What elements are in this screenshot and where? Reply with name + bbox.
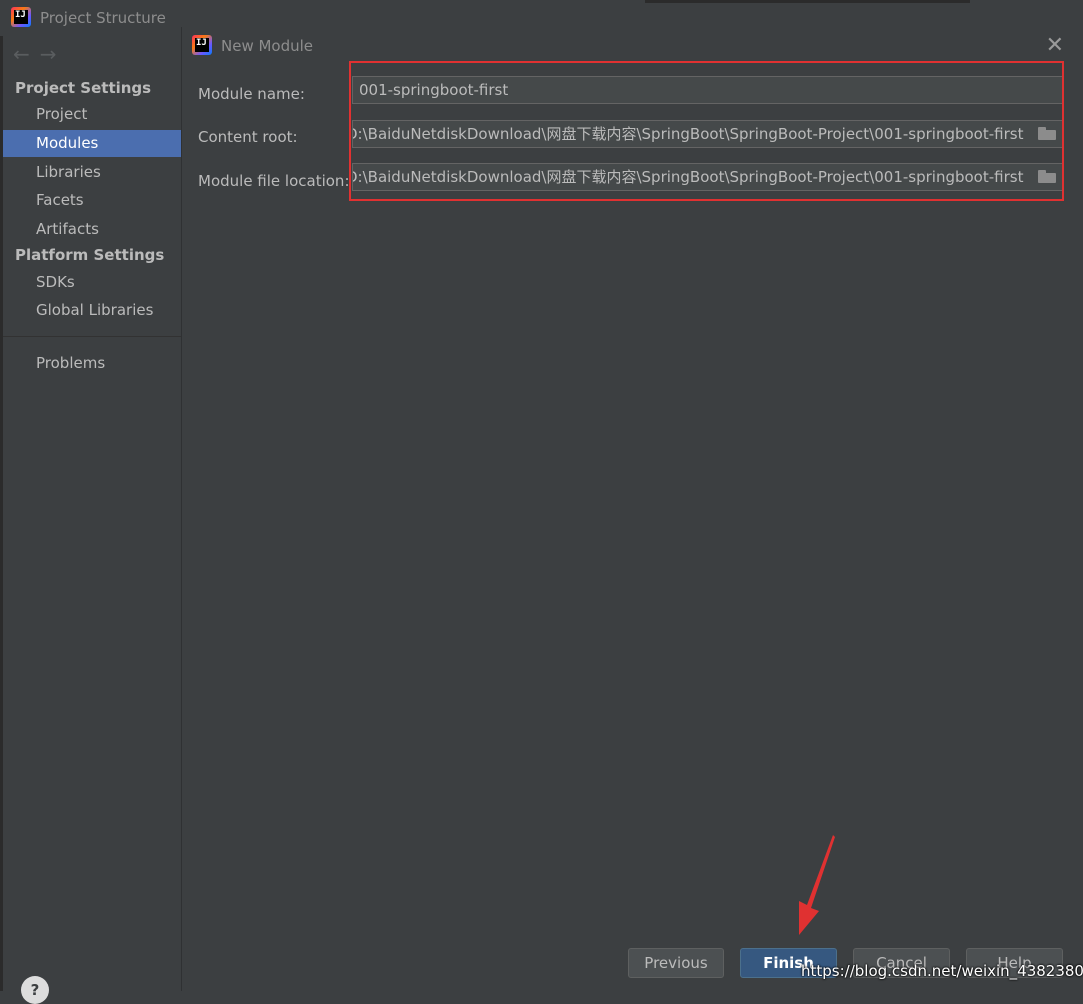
nav-arrows: ←→ [13,42,67,66]
previous-button[interactable]: Previous [628,948,724,978]
new-module-dialog: IJ New Module ✕ Module name: 001-springb… [181,27,1083,991]
red-arrow-annotation [799,835,835,935]
sidebar-item-modules[interactable]: Modules [3,130,181,157]
sidebar-item-project[interactable]: Project [3,101,181,128]
section-project-settings: Project Settings [15,79,152,97]
sidebar-item-global-libraries[interactable]: Global Libraries [3,297,181,324]
sidebar-item-sdks[interactable]: SDKs [3,269,181,296]
section-platform-settings: Platform Settings [15,246,165,264]
background-window-strip [645,0,970,3]
module-file-location-label: Module file location: [198,172,350,190]
dialog-title-bar: IJ New Module ✕ [182,27,1083,63]
help-icon[interactable]: ? [21,976,49,1004]
window-title: Project Structure [40,9,166,27]
close-icon[interactable]: ✕ [1046,33,1064,58]
intellij-idea-icon: IJ [192,35,212,55]
sidebar-item-libraries[interactable]: Libraries [3,159,181,186]
back-arrow-icon[interactable]: ← [13,42,40,66]
red-highlight-box [349,61,1064,201]
project-structure-sidebar: ←→ Project Settings Project Modules Libr… [3,36,182,1004]
forward-arrow-icon[interactable]: → [40,42,67,66]
module-name-label: Module name: [198,85,305,103]
sidebar-item-artifacts[interactable]: Artifacts [3,216,181,243]
watermark: https://blog.csdn.net/weixin_43823808 [801,962,1083,980]
sidebar-divider [3,336,181,337]
sidebar-item-facets[interactable]: Facets [3,187,181,214]
dialog-title: New Module [221,37,314,55]
content-root-label: Content root: [198,128,298,146]
intellij-idea-icon: IJ [11,7,31,27]
sidebar-item-problems[interactable]: Problems [3,350,181,377]
